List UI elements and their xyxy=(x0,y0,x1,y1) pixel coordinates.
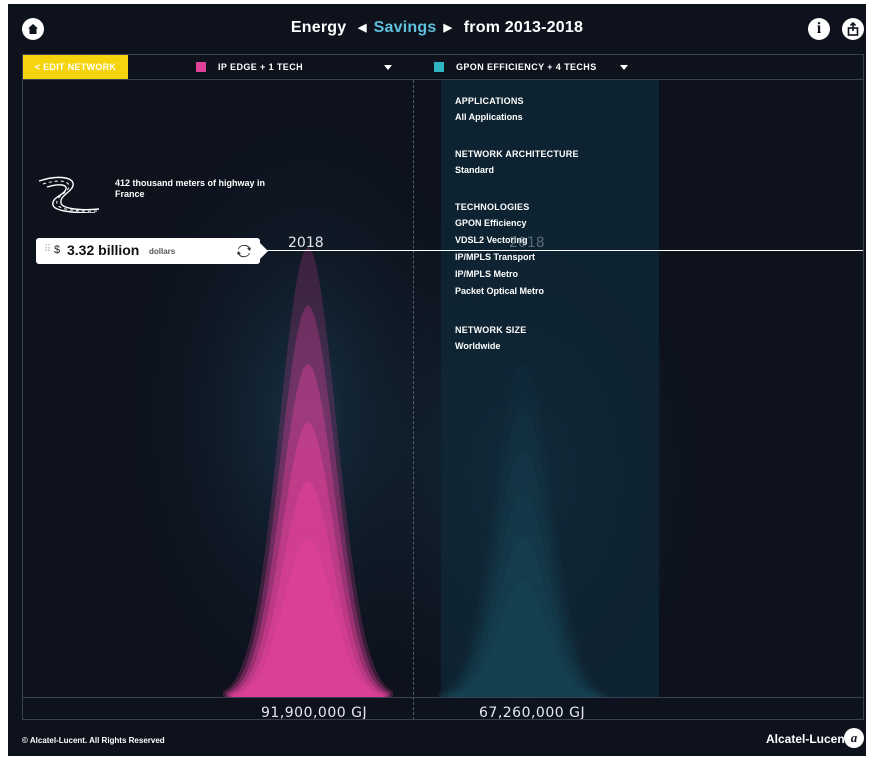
drag-handle-icon[interactable]: ⠿ xyxy=(44,244,51,255)
series-b-year: 2018 xyxy=(509,235,545,251)
technology-item: GPON Efficiency xyxy=(455,218,527,228)
title-range: from 2013-2018 xyxy=(463,19,584,36)
highway-road-icon xyxy=(38,176,100,214)
network-b-label: GPON EFFICIENCY + 4 TECHS xyxy=(456,62,597,72)
technology-item: IP/MPLS Transport xyxy=(455,252,536,262)
series-a-year: 2018 xyxy=(288,235,324,251)
network-a-label: IP EDGE + 1 TECH xyxy=(218,62,304,72)
architecture-item: Standard xyxy=(455,165,495,175)
comparison-panel: APPLICATIONS All Applications NETWORK AR… xyxy=(22,54,864,720)
chevron-down-icon[interactable] xyxy=(384,65,392,70)
next-mode-arrow-icon[interactable]: ▶ xyxy=(443,22,452,34)
equivalence-text: 412 thousand meters of highway in France xyxy=(115,178,266,199)
edit-network-button[interactable]: < EDIT NETWORK xyxy=(23,55,128,79)
network-b-selector[interactable]: GPON EFFICIENCY + 4 TECHS xyxy=(434,55,644,79)
applications-heading: APPLICATIONS xyxy=(455,96,524,106)
architecture-section: NETWORK ARCHITECTURE Standard xyxy=(455,149,579,182)
network-b-swatch xyxy=(434,62,444,72)
value-amount: 3.32 billion xyxy=(67,242,140,258)
info-icon: i xyxy=(816,20,822,37)
technology-item: IP/MPLS Metro xyxy=(455,269,519,279)
technology-item: Packet Optical Metro xyxy=(455,286,545,296)
alcatel-lucent-logo-icon: a xyxy=(844,728,864,748)
swap-icon[interactable] xyxy=(236,243,252,259)
info-button[interactable]: i xyxy=(808,18,830,40)
architecture-heading: NETWORK ARCHITECTURE xyxy=(455,149,579,159)
equivalence-callout: 412 thousand meters of highway in France xyxy=(35,173,295,214)
network-a-selector[interactable]: IP EDGE + 1 TECH xyxy=(196,55,396,79)
title-mode[interactable]: Savings xyxy=(374,19,437,36)
comparison-divider xyxy=(413,80,414,719)
copyright-text: © Alcatel-Lucent. All Rights Reserved xyxy=(22,736,165,745)
series-a-total: 91,900,000 GJ xyxy=(261,705,368,720)
network-toolbar: < EDIT NETWORK IP EDGE + 1 TECH GPON EFF… xyxy=(23,55,863,80)
applications-item: All Applications xyxy=(455,112,523,122)
network-size-item: Worldwide xyxy=(455,341,501,351)
share-button[interactable] xyxy=(842,18,864,40)
applications-section: APPLICATIONS All Applications xyxy=(455,96,524,129)
title-metric: Energy xyxy=(290,19,347,36)
value-unit: dollars xyxy=(149,247,176,256)
app-frame: Energy ◀ Savings ▶ from 2013-2018 i APPL… xyxy=(8,4,866,756)
brand-name: Alcatel-Lucent xyxy=(766,732,849,746)
share-icon xyxy=(847,22,859,36)
network-size-heading: NETWORK SIZE xyxy=(455,325,527,335)
series-b-total: 67,260,000 GJ xyxy=(479,705,586,720)
technologies-section: TECHNOLOGIES GPON Efficiency VDSL2 Vecto… xyxy=(455,202,544,303)
network-a-swatch xyxy=(196,62,206,72)
prev-mode-arrow-icon[interactable]: ◀ xyxy=(358,22,367,34)
chevron-down-icon[interactable] xyxy=(620,65,628,70)
chart-baseline xyxy=(23,697,863,698)
value-currency: $ xyxy=(54,244,61,256)
value-marker[interactable]: ⠿ $ 3.32 billion dollars xyxy=(36,238,268,264)
network-b-details-panel: APPLICATIONS All Applications NETWORK AR… xyxy=(441,80,659,697)
network-size-section: NETWORK SIZE Worldwide xyxy=(455,325,526,358)
page-title: Energy ◀ Savings ▶ from 2013-2018 xyxy=(8,19,866,37)
value-marker-line xyxy=(260,250,863,251)
technologies-heading: TECHNOLOGIES xyxy=(455,202,530,212)
